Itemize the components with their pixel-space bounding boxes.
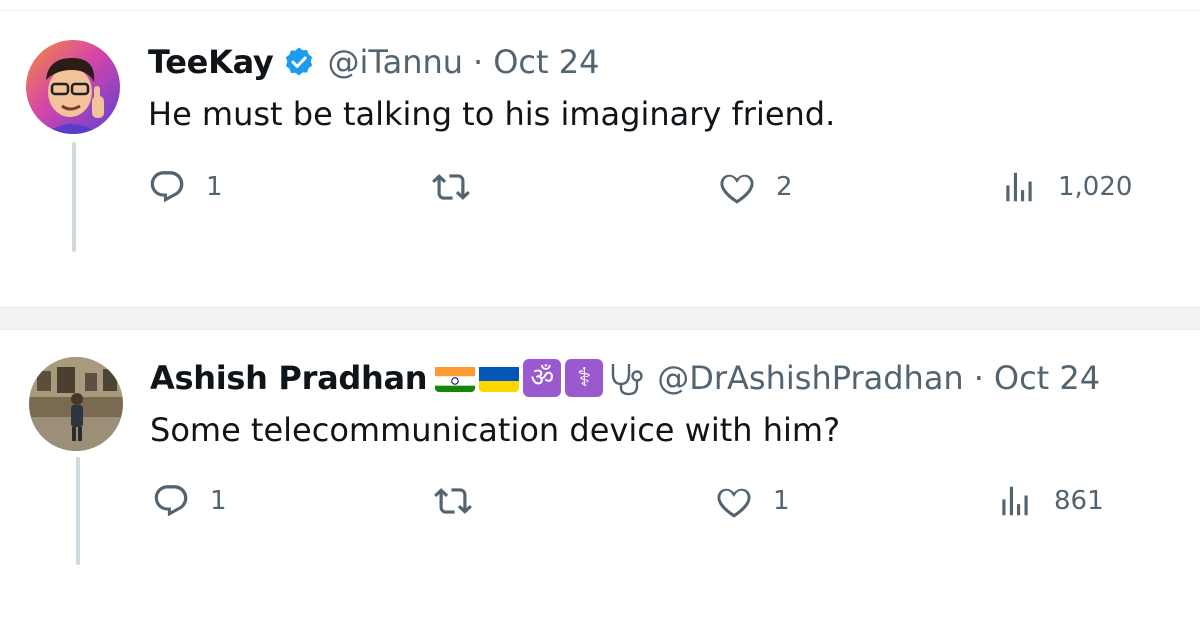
author-name[interactable]: Ashish Pradhan	[150, 358, 428, 398]
retweet-button[interactable]	[432, 168, 490, 206]
tweet[interactable]: Ashish Pradhan ॐ ⚕ @DrAshishPradhan · Oc…	[0, 330, 1200, 630]
retweet-button[interactable]	[434, 482, 492, 520]
heart-icon	[720, 174, 754, 204]
tweet-text: Some telecommunication device with him?	[150, 411, 841, 449]
heart-icon	[717, 488, 751, 518]
tweet-date[interactable]: Oct 24	[493, 42, 599, 82]
retweet-icon	[434, 488, 472, 514]
tweet[interactable]: TeeKay @iTannu · Oct 24 He must be talki…	[0, 10, 1200, 307]
tweet-header: Ashish Pradhan ॐ ⚕ @DrAshishPradhan · Oc…	[150, 358, 1100, 398]
name-emojis: ॐ ⚕	[435, 358, 647, 398]
thread-line	[76, 457, 80, 565]
avatar[interactable]	[26, 40, 120, 134]
like-button[interactable]: 2	[718, 168, 793, 206]
views-icon	[1002, 486, 1028, 516]
reply-count: 1	[206, 172, 223, 202]
like-button[interactable]: 1	[715, 482, 790, 520]
like-count: 1	[773, 486, 790, 516]
reply-icon	[150, 171, 184, 203]
reply-icon	[154, 485, 188, 517]
views-button[interactable]: 1,020	[1000, 168, 1132, 206]
flag-india-icon	[435, 364, 476, 392]
views-count: 861	[1054, 486, 1104, 516]
medical-symbol-icon: ⚕	[565, 359, 604, 397]
dot-separator: ·	[973, 359, 984, 397]
author-handle[interactable]: @iTannu	[327, 42, 463, 82]
views-button[interactable]: 861	[996, 482, 1104, 520]
reply-count: 1	[210, 486, 227, 516]
om-symbol-icon: ॐ	[523, 359, 562, 397]
author-name[interactable]: TeeKay	[148, 42, 274, 82]
tweet-date[interactable]: Oct 24	[994, 358, 1100, 398]
dot-separator: ·	[473, 43, 484, 81]
thread-line	[72, 142, 76, 252]
views-count: 1,020	[1058, 172, 1133, 202]
like-count: 2	[776, 172, 793, 202]
tweet-header: TeeKay @iTannu · Oct 24	[148, 42, 599, 82]
retweet-icon	[432, 174, 470, 200]
stethoscope-icon	[607, 358, 647, 398]
flag-ukraine-icon	[479, 364, 520, 392]
tweet-separator	[0, 307, 1200, 330]
reply-button[interactable]: 1	[148, 168, 223, 206]
author-handle[interactable]: @DrAshishPradhan	[657, 358, 963, 398]
views-icon	[1006, 172, 1032, 202]
reply-button[interactable]: 1	[152, 482, 227, 520]
avatar[interactable]	[29, 357, 123, 451]
tweet-text: He must be talking to his imaginary frie…	[148, 95, 836, 133]
verified-badge-icon	[283, 46, 315, 78]
